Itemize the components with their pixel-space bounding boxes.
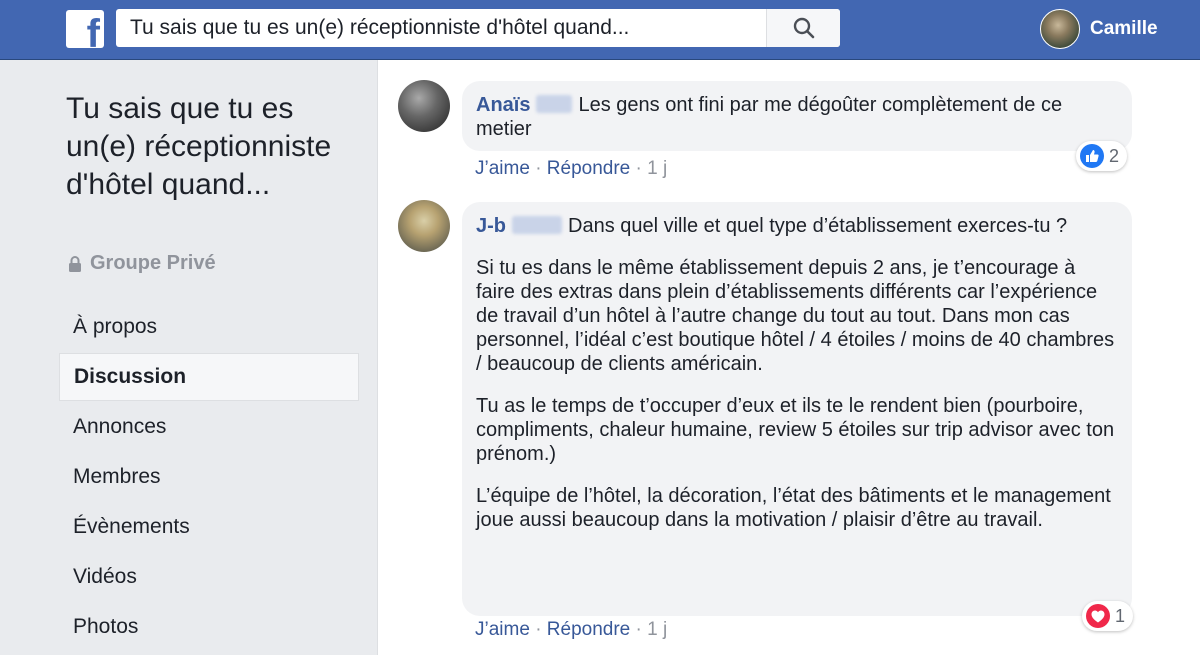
reaction-summary[interactable]: 1 [1082,601,1134,631]
comments-panel: Anaïs Les gens ont fini par me dégoûter c… [377,60,1200,655]
comment-time[interactable]: 1 j [647,619,667,640]
group-nav: À propos Discussion Annonces Membres Évè… [59,302,359,652]
reaction-count: 1 [1115,605,1126,626]
comment-avatar[interactable] [398,200,450,252]
comment-paragraph: L’équipe de l’hôtel, la décoration, l’ét… [476,485,1111,531]
user-profile-link[interactable]: Camille [1040,8,1158,50]
comment-bubble: Anaïs Les gens ont fini par me dégoûter c… [462,81,1132,151]
nav-item-evenements[interactable]: Évènements [59,502,359,552]
comment-paragraph: Si tu es dans le même établissement depu… [476,257,1115,375]
comment-bubble: J-b Dans quel ville et quel type d’établi… [462,202,1132,616]
search-box[interactable]: Tu sais que tu es un(e) réceptionniste d… [116,9,840,47]
comment-text: Dans quel ville et quel type d’établisse… [568,215,1068,237]
search-icon [793,17,814,39]
separator: · [635,619,642,640]
nav-item-annonces[interactable]: Annonces [59,402,359,452]
comment-avatar[interactable] [398,80,450,132]
separator: · [535,619,542,640]
group-sidebar: Tu sais que tu es un(e) réceptionniste d… [0,60,376,655]
separator: · [535,158,542,179]
group-privacy-label: Groupe Privé [66,252,216,275]
search-input[interactable]: Tu sais que tu es un(e) réceptionniste d… [116,16,766,40]
nav-item-discussion[interactable]: Discussion [59,353,359,401]
reply-link[interactable]: Répondre [547,158,630,179]
user-avatar[interactable] [1040,9,1080,49]
comment-time[interactable]: 1 j [647,158,667,179]
separator: · [635,158,642,179]
comment-paragraph: Tu as le temps de t’occuper d’eux et ils… [476,395,1115,465]
group-type-text: Groupe Privé [90,252,216,274]
facebook-logo[interactable]: f [66,10,104,48]
comment-author[interactable]: Anaïs [476,94,530,116]
nav-item-videos[interactable]: Vidéos [59,552,359,602]
blurred-surname [536,95,573,113]
facebook-logo-letter: f [86,12,100,48]
blurred-surname [512,216,562,234]
comment-actions: J’aime · Répondre · 1 j [475,158,667,180]
reply-link[interactable]: Répondre [547,619,630,640]
nav-item-membres[interactable]: Membres [59,452,359,502]
search-button[interactable] [766,9,840,47]
lock-icon [69,255,81,272]
group-title[interactable]: Tu sais que tu es un(e) réceptionniste d… [66,90,356,204]
comment-actions: J’aime · Répondre · 1 j [475,619,667,641]
nav-item-photos[interactable]: Photos [59,602,359,652]
like-link[interactable]: J’aime [475,619,530,640]
reaction-count: 2 [1109,145,1120,166]
reaction-summary[interactable]: 2 [1076,141,1128,171]
heart-reaction-icon [1086,604,1110,628]
comment-author[interactable]: J-b [476,215,506,237]
nav-item-a-propos[interactable]: À propos [59,302,359,352]
like-link[interactable]: J’aime [475,158,530,179]
like-reaction-icon [1080,144,1104,168]
comment-first-paragraph: J-b Dans quel ville et quel type d’établi… [476,214,1118,238]
user-name[interactable]: Camille [1090,18,1158,40]
top-navigation-bar: f Tu sais que tu es un(e) réceptionniste… [0,0,1200,60]
